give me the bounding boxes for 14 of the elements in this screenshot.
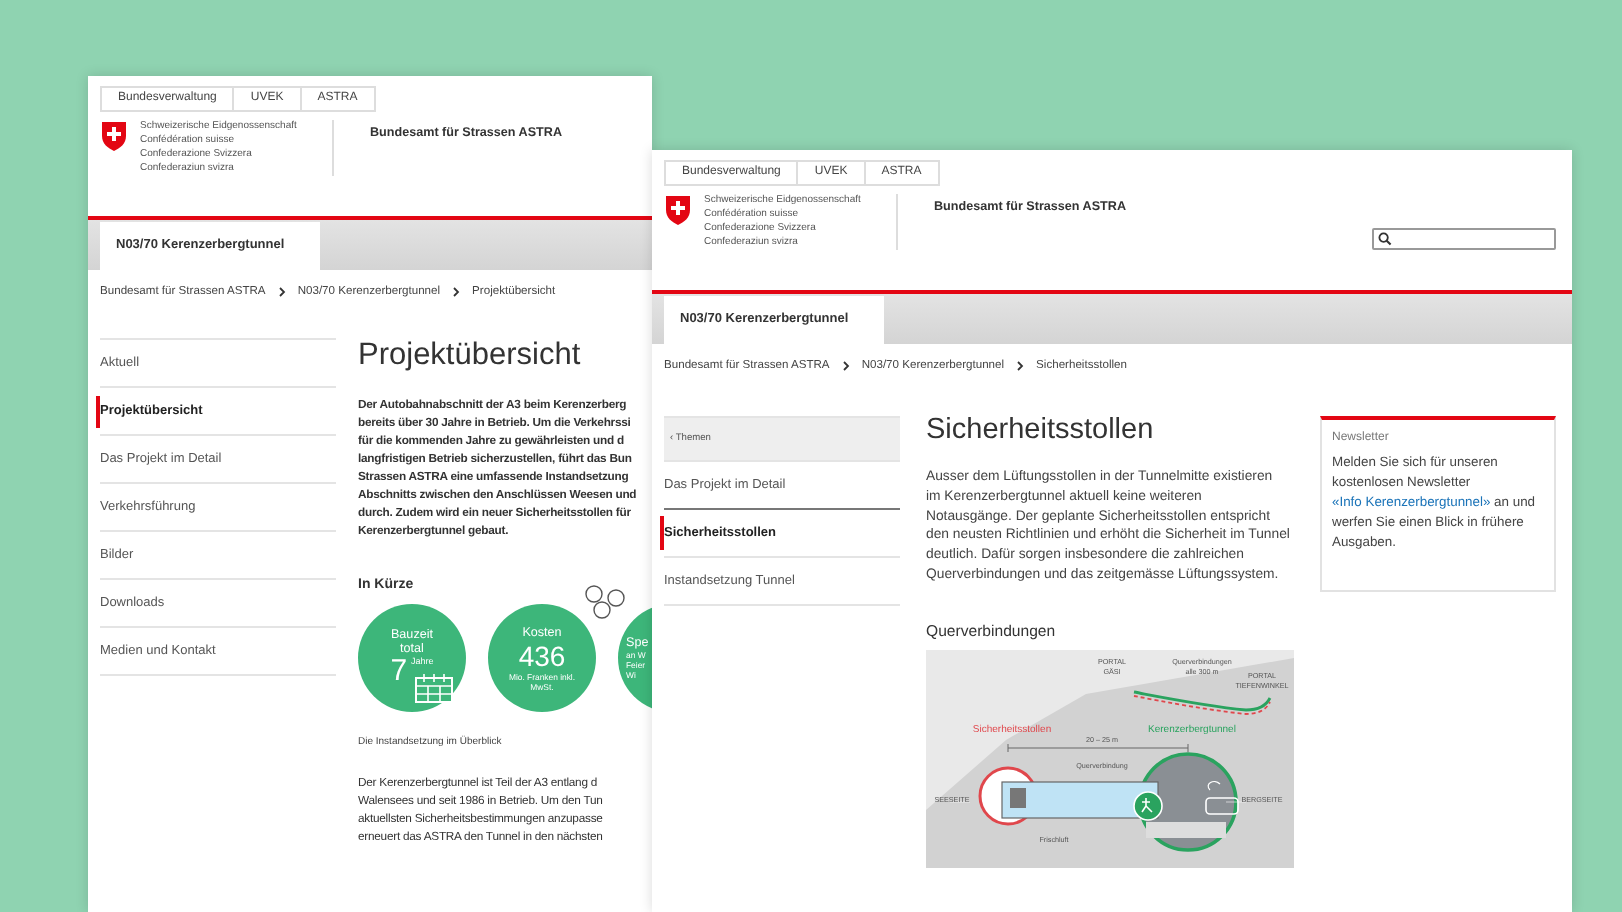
page-title: Sicherheitsstollen: [926, 412, 1156, 448]
chevron-right-icon: [841, 360, 850, 372]
swiss-shield-icon: [100, 120, 128, 152]
chevron-right-icon: [277, 286, 286, 298]
search-icon: [1378, 232, 1392, 246]
chevron-right-icon: [452, 286, 461, 298]
coins-icon: [584, 584, 628, 620]
fact-value: 7: [390, 656, 408, 688]
page-title: Projektübersicht: [358, 338, 583, 374]
swiss-shield-icon: [664, 194, 692, 226]
chevron-right-icon: [1016, 360, 1025, 372]
fact-value: 436: [518, 639, 566, 671]
calendar-icon: [414, 672, 454, 704]
search-field[interactable]: [1372, 228, 1556, 250]
